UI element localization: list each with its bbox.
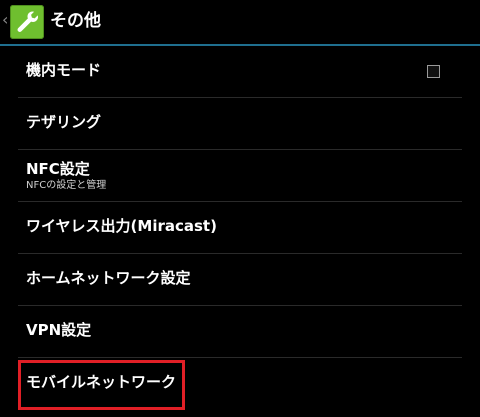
airplane-mode-checkbox[interactable]	[427, 65, 440, 78]
action-bar: ‹ その他	[0, 0, 480, 44]
list-item-label: VPN設定	[26, 321, 92, 339]
list-item-label: テザリング	[26, 113, 102, 131]
settings-list: 機内モード テザリング NFC設定 NFCの設定と管理 ワイヤレス出力(Mira…	[0, 46, 480, 410]
list-item-nfc[interactable]: NFC設定 NFCの設定と管理	[0, 150, 480, 202]
list-item-label: ホームネットワーク設定	[26, 269, 191, 287]
list-item-miracast[interactable]: ワイヤレス出力(Miracast)	[0, 202, 480, 254]
wrench-icon[interactable]	[10, 5, 44, 39]
chevron-left-icon[interactable]: ‹	[2, 10, 10, 30]
list-item-label: NFC設定	[26, 160, 90, 178]
list-item-airplane-mode[interactable]: 機内モード	[0, 46, 480, 98]
list-item-tethering[interactable]: テザリング	[0, 98, 480, 150]
highlight-box	[18, 360, 185, 410]
list-item-label: 機内モード	[26, 61, 102, 79]
list-item-home-network[interactable]: ホームネットワーク設定	[0, 254, 480, 306]
list-item-label: ワイヤレス出力(Miracast)	[26, 217, 217, 235]
page-title: その他	[50, 11, 101, 31]
list-item-summary: NFCの設定と管理	[26, 180, 107, 191]
list-item-vpn[interactable]: VPN設定	[0, 306, 480, 358]
